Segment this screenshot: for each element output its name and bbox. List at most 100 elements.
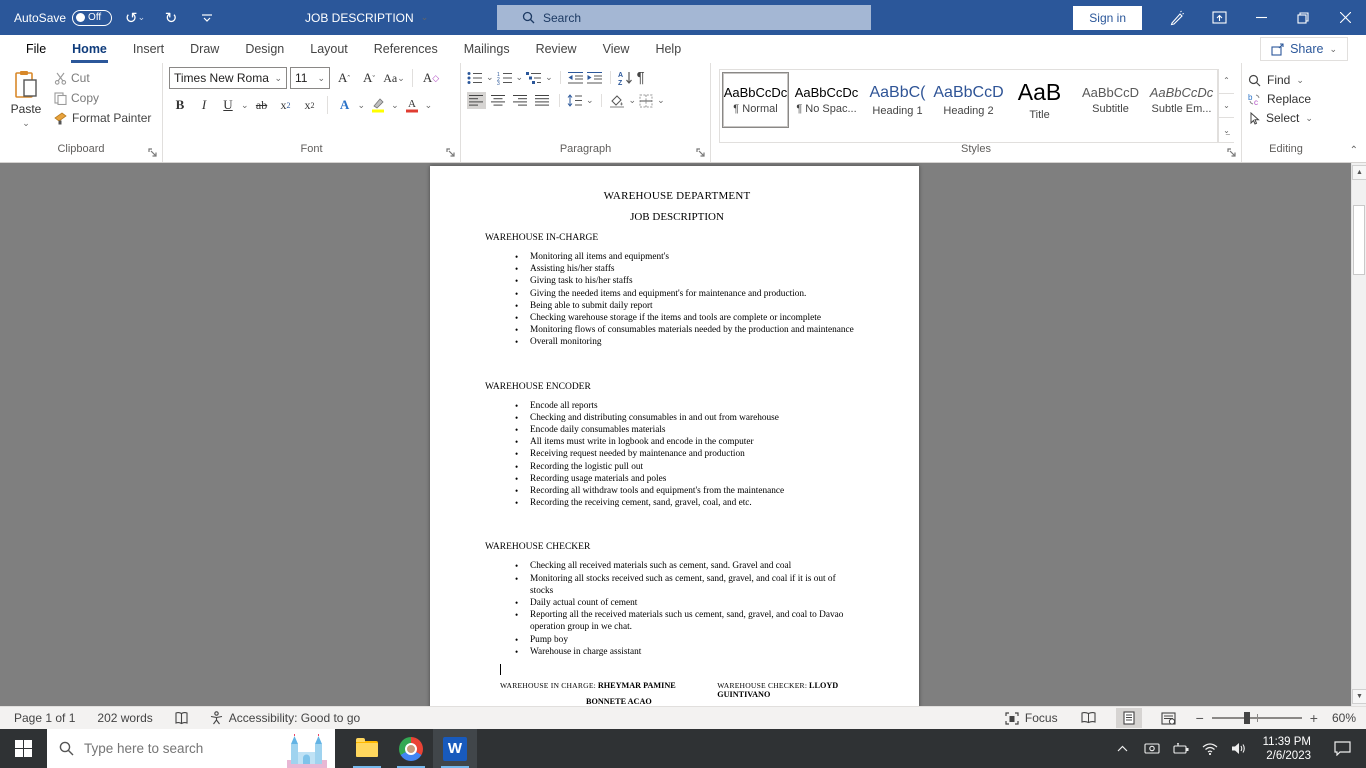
web-layout-button[interactable] [1156,708,1182,728]
text-highlight-button[interactable] [367,94,389,116]
underline-button[interactable]: U [217,94,239,116]
font-size-combobox[interactable]: 11 ⌄ [290,67,330,89]
document-title-menu[interactable]: JOB DESCRIPTION ⌄ [305,0,428,35]
scroll-up-button[interactable]: ▲ [1352,165,1366,180]
tab-insert[interactable]: Insert [120,35,177,63]
styles-more-button[interactable]: ⌄̲ [1219,118,1234,144]
copy-button[interactable]: Copy [54,91,151,105]
redo-button[interactable]: ↻ [158,6,184,30]
chevron-down-icon[interactable]: ⌄ [425,100,433,111]
paragraph-dialog-launcher[interactable] [695,147,707,159]
proofing-button[interactable] [175,711,188,725]
style-title[interactable]: AaB Title [1006,72,1073,128]
strikethrough-button[interactable]: ab [251,94,273,116]
style-subtle-emphasis[interactable]: AaBbCcDc Subtle Em... [1148,72,1215,128]
action-center-button[interactable] [1324,729,1360,768]
style-no-spacing[interactable]: AaBbCcDc ¶ No Spac... [793,72,860,128]
style-normal[interactable]: AaBbCcDc ¶ Normal [722,72,789,128]
style-heading1[interactable]: AaBbC( Heading 1 [864,72,931,128]
bullets-button[interactable] [467,71,483,85]
titlebar-search-box[interactable]: Search [497,5,871,30]
inking-button[interactable] [1156,0,1198,35]
tab-file[interactable]: File [0,35,59,63]
sign-in-button[interactable]: Sign in [1073,5,1142,30]
zoom-in-button[interactable]: + [1310,710,1318,726]
grow-font-button[interactable]: Aˆ [333,67,355,89]
find-button[interactable]: Find ⌄ [1248,73,1313,87]
change-case-button[interactable]: Aa ⌄ [383,67,405,89]
justify-button[interactable] [533,92,552,109]
style-heading2[interactable]: AaBbCcD Heading 2 [933,72,1003,128]
shading-button[interactable] [609,94,626,108]
zoom-out-button[interactable]: − [1196,710,1204,726]
taskbar-file-explorer[interactable] [345,729,389,768]
clipboard-dialog-launcher[interactable] [147,147,159,159]
styles-scroll-down-button[interactable]: ⌄ [1219,94,1234,119]
styles-dialog-launcher[interactable] [1226,147,1238,159]
chevron-down-icon[interactable]: ⌄ [545,72,553,83]
cast-indicator[interactable] [1141,729,1163,768]
taskbar-chrome[interactable] [389,729,433,768]
minimize-button[interactable] [1240,0,1282,35]
superscript-button[interactable]: x2 [299,94,321,116]
accessibility-status[interactable]: Accessibility: Good to go [210,711,360,725]
chevron-down-icon[interactable]: ⌄ [241,100,249,111]
chevron-down-icon[interactable]: ⌄ [629,95,637,106]
taskbar-word[interactable]: W [433,729,477,768]
taskbar-search-input[interactable] [84,741,254,756]
collapse-ribbon-button[interactable]: ⌃ [1350,145,1358,156]
line-spacing-button[interactable] [567,94,583,107]
chevron-down-icon[interactable]: ⌄ [516,72,524,83]
show-formatting-button[interactable]: ¶ [637,69,645,86]
document-page[interactable]: WAREHOUSE DEPARTMENT JOB DESCRIPTION WAR… [430,166,919,706]
scroll-down-button[interactable]: ▼ [1352,689,1366,704]
taskbar-clock[interactable]: 11:39 PM 2/6/2023 [1257,735,1317,763]
font-color-button[interactable]: A [401,94,423,116]
read-mode-button[interactable] [1076,708,1102,728]
tab-references[interactable]: References [361,35,451,63]
chevron-down-icon[interactable]: ⌄ [486,72,494,83]
share-button[interactable]: Share ⌄ [1260,37,1348,61]
styles-scroll-up-button[interactable]: ⌃ [1219,69,1234,94]
shrink-font-button[interactable]: Aˇ [358,67,380,89]
scrollbar-thumb[interactable] [1353,205,1365,275]
chevron-down-icon[interactable]: ⌄ [586,95,594,106]
replace-button[interactable]: bc Replace [1248,92,1313,106]
close-button[interactable] [1324,0,1366,35]
font-dialog-launcher[interactable] [445,147,457,159]
align-center-button[interactable] [489,92,508,109]
cut-button[interactable]: Cut [54,71,151,85]
italic-button[interactable]: I [193,94,215,116]
undo-button[interactable]: ↺ ⌄ [122,6,148,30]
vertical-scrollbar[interactable]: ▲ ▼ [1351,163,1366,706]
tab-layout[interactable]: Layout [297,35,361,63]
start-button[interactable] [0,729,47,768]
tab-view[interactable]: View [590,35,643,63]
paste-button[interactable]: Paste ⌄ [6,67,46,143]
restore-button[interactable] [1282,0,1324,35]
battery-indicator[interactable] [1170,729,1192,768]
numbering-button[interactable]: 123 [497,71,513,85]
zoom-slider-thumb[interactable] [1243,712,1250,724]
print-layout-button[interactable] [1115,708,1142,728]
sort-button[interactable]: AZ [618,70,634,85]
zoom-level[interactable]: 60% [1332,711,1356,725]
format-painter-button[interactable]: Format Painter [54,111,151,125]
increase-indent-button[interactable] [586,71,603,85]
select-button[interactable]: Select ⌄ [1248,111,1313,125]
align-right-button[interactable] [511,92,530,109]
align-left-button[interactable] [467,92,486,109]
word-count[interactable]: 202 words [97,711,152,725]
multilevel-list-button[interactable] [526,71,542,85]
chevron-down-icon[interactable]: ⌄ [358,100,366,111]
wifi-indicator[interactable] [1199,729,1221,768]
font-name-combobox[interactable]: Times New Roma ⌄ [169,67,287,89]
tab-help[interactable]: Help [642,35,694,63]
chevron-down-icon[interactable]: ⌄ [391,100,399,111]
subscript-button[interactable]: x2 [275,94,297,116]
tab-review[interactable]: Review [523,35,590,63]
borders-button[interactable] [639,94,654,108]
tab-draw[interactable]: Draw [177,35,232,63]
bold-button[interactable]: B [169,94,191,116]
autosave-switch[interactable]: Off [72,9,113,26]
